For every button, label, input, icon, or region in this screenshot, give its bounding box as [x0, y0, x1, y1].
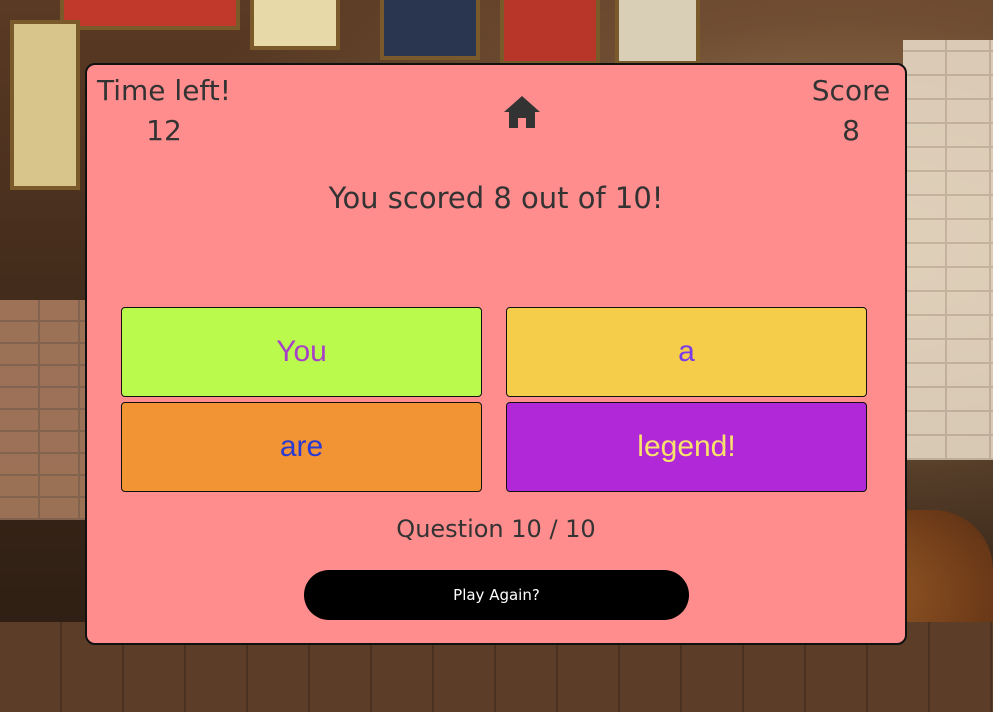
- poster: [500, 0, 600, 65]
- question-counter: Question 10 / 10: [396, 515, 596, 543]
- play-again-button[interactable]: Play Again?: [304, 570, 689, 620]
- poster: [60, 0, 240, 30]
- score-panel: Score 8: [809, 71, 893, 151]
- result-message: You scored 8 out of 10!: [328, 181, 664, 215]
- brick-wall: [0, 300, 90, 520]
- score-value: 8: [842, 114, 860, 147]
- answer-button-3[interactable]: are: [121, 402, 482, 492]
- score-label: Score: [811, 74, 891, 107]
- poster: [615, 0, 700, 65]
- time-left-label: Time left!: [97, 74, 231, 107]
- poster: [250, 0, 340, 50]
- home-icon[interactable]: [503, 95, 541, 129]
- quiz-card: Time left! 12 Score 8 You scored 8 out o…: [85, 63, 907, 645]
- time-left-value: 12: [146, 114, 182, 147]
- answer-button-2[interactable]: a: [506, 307, 867, 397]
- answer-button-4[interactable]: legend!: [506, 402, 867, 492]
- poster: [380, 0, 480, 60]
- poster: [10, 20, 80, 190]
- answer-button-1[interactable]: You: [121, 307, 482, 397]
- time-left-panel: Time left! 12: [97, 71, 231, 151]
- brick-wall: [903, 40, 993, 460]
